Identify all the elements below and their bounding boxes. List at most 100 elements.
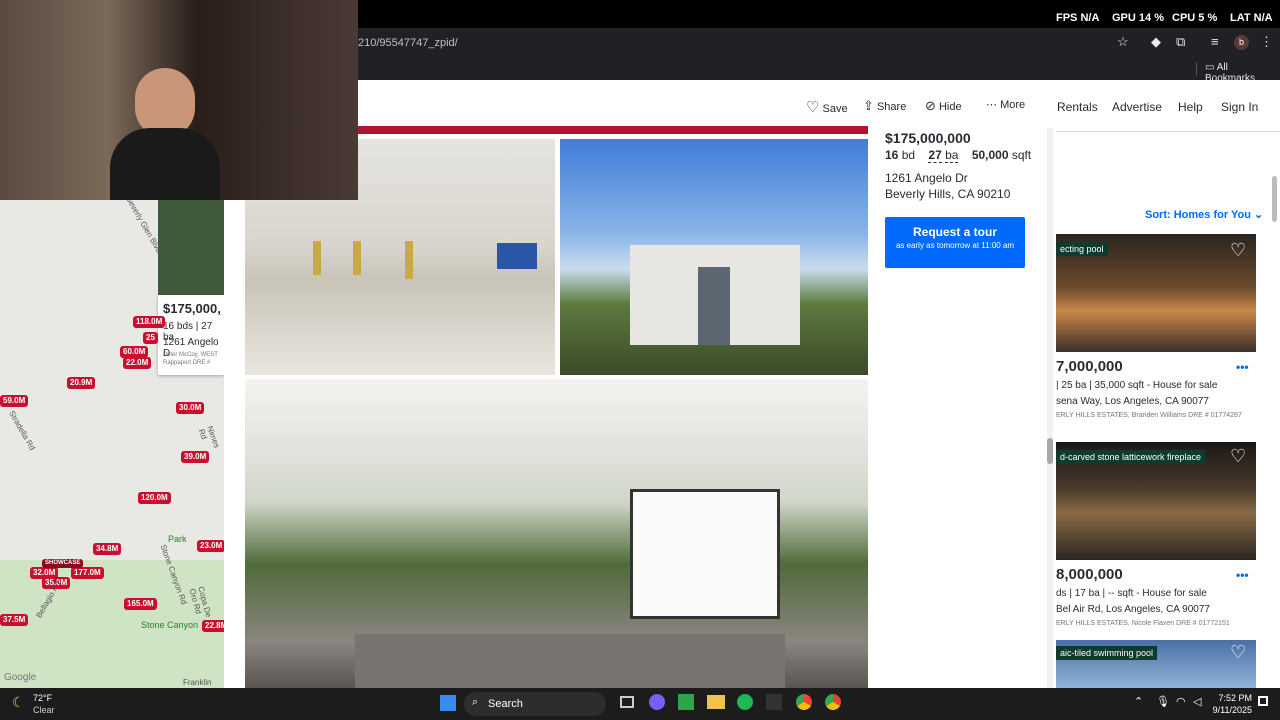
search-label: Search bbox=[488, 698, 523, 710]
card-price: 7,000,000 bbox=[1056, 358, 1123, 375]
webcam-person-body bbox=[110, 128, 220, 200]
file-explorer-icon[interactable] bbox=[707, 695, 725, 709]
map[interactable]: $175,000, 16 bds | 27 ba 1261 Angelo D P… bbox=[0, 200, 224, 688]
map-price-pin[interactable]: 22.0M bbox=[123, 357, 152, 369]
photo-tag: aic-tiled swimming pool bbox=[1056, 646, 1158, 660]
save-button[interactable]: ♡ Save bbox=[806, 98, 848, 116]
window-blue bbox=[497, 243, 537, 269]
modal-scrollbar-thumb[interactable] bbox=[1047, 438, 1053, 464]
result-card[interactable]: d-carved stone latticework fireplace ♡ 8… bbox=[1056, 442, 1256, 638]
map-price-pin[interactable]: 118.0M bbox=[133, 316, 166, 328]
results-scrollbar[interactable] bbox=[1272, 176, 1277, 222]
modal-scrollbar-track[interactable] bbox=[1047, 128, 1053, 688]
extensions-icon[interactable]: ⧉ bbox=[1176, 34, 1185, 50]
share-button[interactable]: ⇪ Share bbox=[863, 98, 906, 114]
road-label: Stone Canyon bbox=[141, 620, 199, 630]
profile-avatar[interactable]: b bbox=[1234, 35, 1249, 50]
map-price-pin[interactable]: 23.0M bbox=[197, 540, 224, 552]
card-details: | 25 ba | 35,000 sqft - House for sale bbox=[1056, 380, 1218, 391]
address-line-1: 1261 Angelo Dr bbox=[885, 171, 968, 185]
building-window bbox=[698, 267, 730, 345]
map-price-pin[interactable]: 120.0M bbox=[138, 492, 171, 504]
taskbar: ☾ 72°F Clear ⌕ Search ⌃ 🎙 ◠ ◁ 7:52 PM 9/… bbox=[0, 688, 1280, 720]
map-price-pin[interactable]: 20.9M bbox=[67, 377, 96, 389]
more-dots-icon: ⋯ bbox=[986, 99, 997, 111]
discord-icon[interactable] bbox=[649, 694, 665, 710]
menu-kebab-icon[interactable]: ⋮ bbox=[1260, 34, 1273, 50]
weather-desc[interactable]: Clear bbox=[33, 705, 55, 715]
map-price-pin[interactable]: 25 bbox=[143, 332, 158, 344]
address-line-2: Beverly Hills, CA 90210 bbox=[885, 187, 1011, 201]
extension-diamond-icon[interactable]: ◆ bbox=[1151, 34, 1161, 50]
sofa bbox=[355, 634, 785, 688]
map-price-pin[interactable]: 177.0M bbox=[71, 567, 104, 579]
chrome-icon[interactable] bbox=[825, 694, 841, 710]
divider bbox=[1196, 62, 1197, 76]
road-label: Stradella Rd bbox=[7, 409, 37, 452]
hide-button[interactable]: ⊘ Hide bbox=[925, 98, 962, 114]
nav-signin[interactable]: Sign In bbox=[1221, 100, 1258, 114]
pillar bbox=[405, 241, 413, 279]
app-icon[interactable] bbox=[766, 694, 782, 710]
clock-time[interactable]: 7:52 PM bbox=[1212, 693, 1252, 703]
map-price-pin[interactable]: 30.0M bbox=[176, 402, 205, 414]
request-tour-button[interactable]: Request a tour as early as tomorrow at 1… bbox=[885, 217, 1025, 268]
photo-tag: ecting pool bbox=[1056, 242, 1108, 256]
url-text[interactable]: 210/95547747_zpid/ bbox=[358, 37, 458, 49]
wifi-icon[interactable]: ◠ bbox=[1176, 695, 1186, 708]
chevron-up-icon[interactable]: ⌃ bbox=[1134, 695, 1143, 708]
wall-art bbox=[630, 489, 780, 619]
heart-icon[interactable]: ♡ bbox=[1230, 240, 1246, 261]
map-card-broker: Rappaport DRE # bbox=[163, 360, 211, 366]
map-price-pin[interactable]: 37.5M bbox=[0, 614, 29, 626]
map-card-price: $175,000, bbox=[163, 301, 221, 316]
map-preview-card[interactable]: $175,000, 16 bds | 27 ba 1261 Angelo D P… bbox=[158, 295, 224, 375]
media-control-icon[interactable]: ≡ bbox=[1211, 34, 1219, 49]
more-options-icon[interactable]: ••• bbox=[1236, 360, 1249, 374]
pillar bbox=[313, 241, 321, 275]
cta-title: Request a tour bbox=[912, 225, 997, 239]
taskbar-search[interactable]: ⌕ Search bbox=[464, 692, 606, 716]
clock-date[interactable]: 9/11/2025 bbox=[1208, 705, 1252, 715]
bookmark-star-icon[interactable]: ☆ bbox=[1117, 34, 1129, 50]
photo-strip-top[interactable] bbox=[358, 126, 868, 134]
heart-icon[interactable]: ♡ bbox=[1230, 642, 1246, 663]
beds-unit: bd bbox=[901, 148, 916, 162]
weather-icon: ☾ bbox=[12, 694, 25, 710]
task-view-icon[interactable] bbox=[620, 696, 634, 708]
nav-rentals[interactable]: Rentals bbox=[1057, 100, 1098, 114]
card-address: sena Way, Los Angeles, CA 90077 bbox=[1056, 396, 1209, 407]
result-card[interactable]: ecting pool ♡ 7,000,000 ••• | 25 ba | 35… bbox=[1056, 234, 1256, 430]
google-logo: Google bbox=[4, 672, 37, 683]
app-icon[interactable] bbox=[678, 694, 694, 710]
card-address: Bel Air Rd, Los Angeles, CA 90077 bbox=[1056, 604, 1210, 615]
weather-temp[interactable]: 72°F bbox=[33, 693, 52, 703]
map-price-pin[interactable]: 59.0M bbox=[0, 395, 29, 407]
listing-price: $175,000,000 bbox=[885, 130, 971, 146]
volume-icon[interactable]: ◁ bbox=[1193, 695, 1201, 708]
nav-help[interactable]: Help bbox=[1178, 100, 1203, 114]
search-icon: ⌕ bbox=[472, 696, 479, 708]
showcase-pin-label[interactable]: SHOWCASE bbox=[42, 559, 84, 568]
microphone-icon[interactable]: 🎙 bbox=[1156, 695, 1170, 708]
road-label: Park bbox=[168, 534, 187, 544]
spotify-icon[interactable] bbox=[737, 694, 753, 710]
card-broker: ERLY HILLS ESTATES, Nicole Flaxen DRE # … bbox=[1056, 620, 1230, 627]
heart-icon[interactable]: ♡ bbox=[1230, 446, 1246, 467]
windows-start-icon[interactable] bbox=[440, 695, 456, 711]
sort-dropdown[interactable]: Sort: Homes for You ⌄ bbox=[1145, 208, 1263, 221]
map-price-pin[interactable]: 165.0M bbox=[124, 598, 157, 610]
more-options-icon[interactable]: ••• bbox=[1236, 568, 1249, 582]
more-button[interactable]: ⋯ More bbox=[986, 98, 1025, 111]
notification-icon[interactable] bbox=[1258, 696, 1268, 706]
lat-readout: LAT N/A bbox=[1230, 12, 1273, 24]
chrome-icon[interactable] bbox=[796, 694, 812, 710]
listing-photo-exterior[interactable] bbox=[560, 139, 868, 375]
nav-advertise[interactable]: Advertise bbox=[1112, 100, 1162, 114]
webcam-overlay bbox=[0, 0, 358, 200]
result-card[interactable]: aic-tiled swimming pool ♡ bbox=[1056, 640, 1256, 688]
card-broker: ERLY HILLS ESTATES, Branden Williams DRE… bbox=[1056, 412, 1242, 419]
map-price-pin[interactable]: 34.8M bbox=[93, 543, 122, 555]
listing-photo-living-room[interactable] bbox=[245, 379, 868, 688]
cta-subtitle: as early as tomorrow at 11:00 am bbox=[895, 241, 1015, 250]
